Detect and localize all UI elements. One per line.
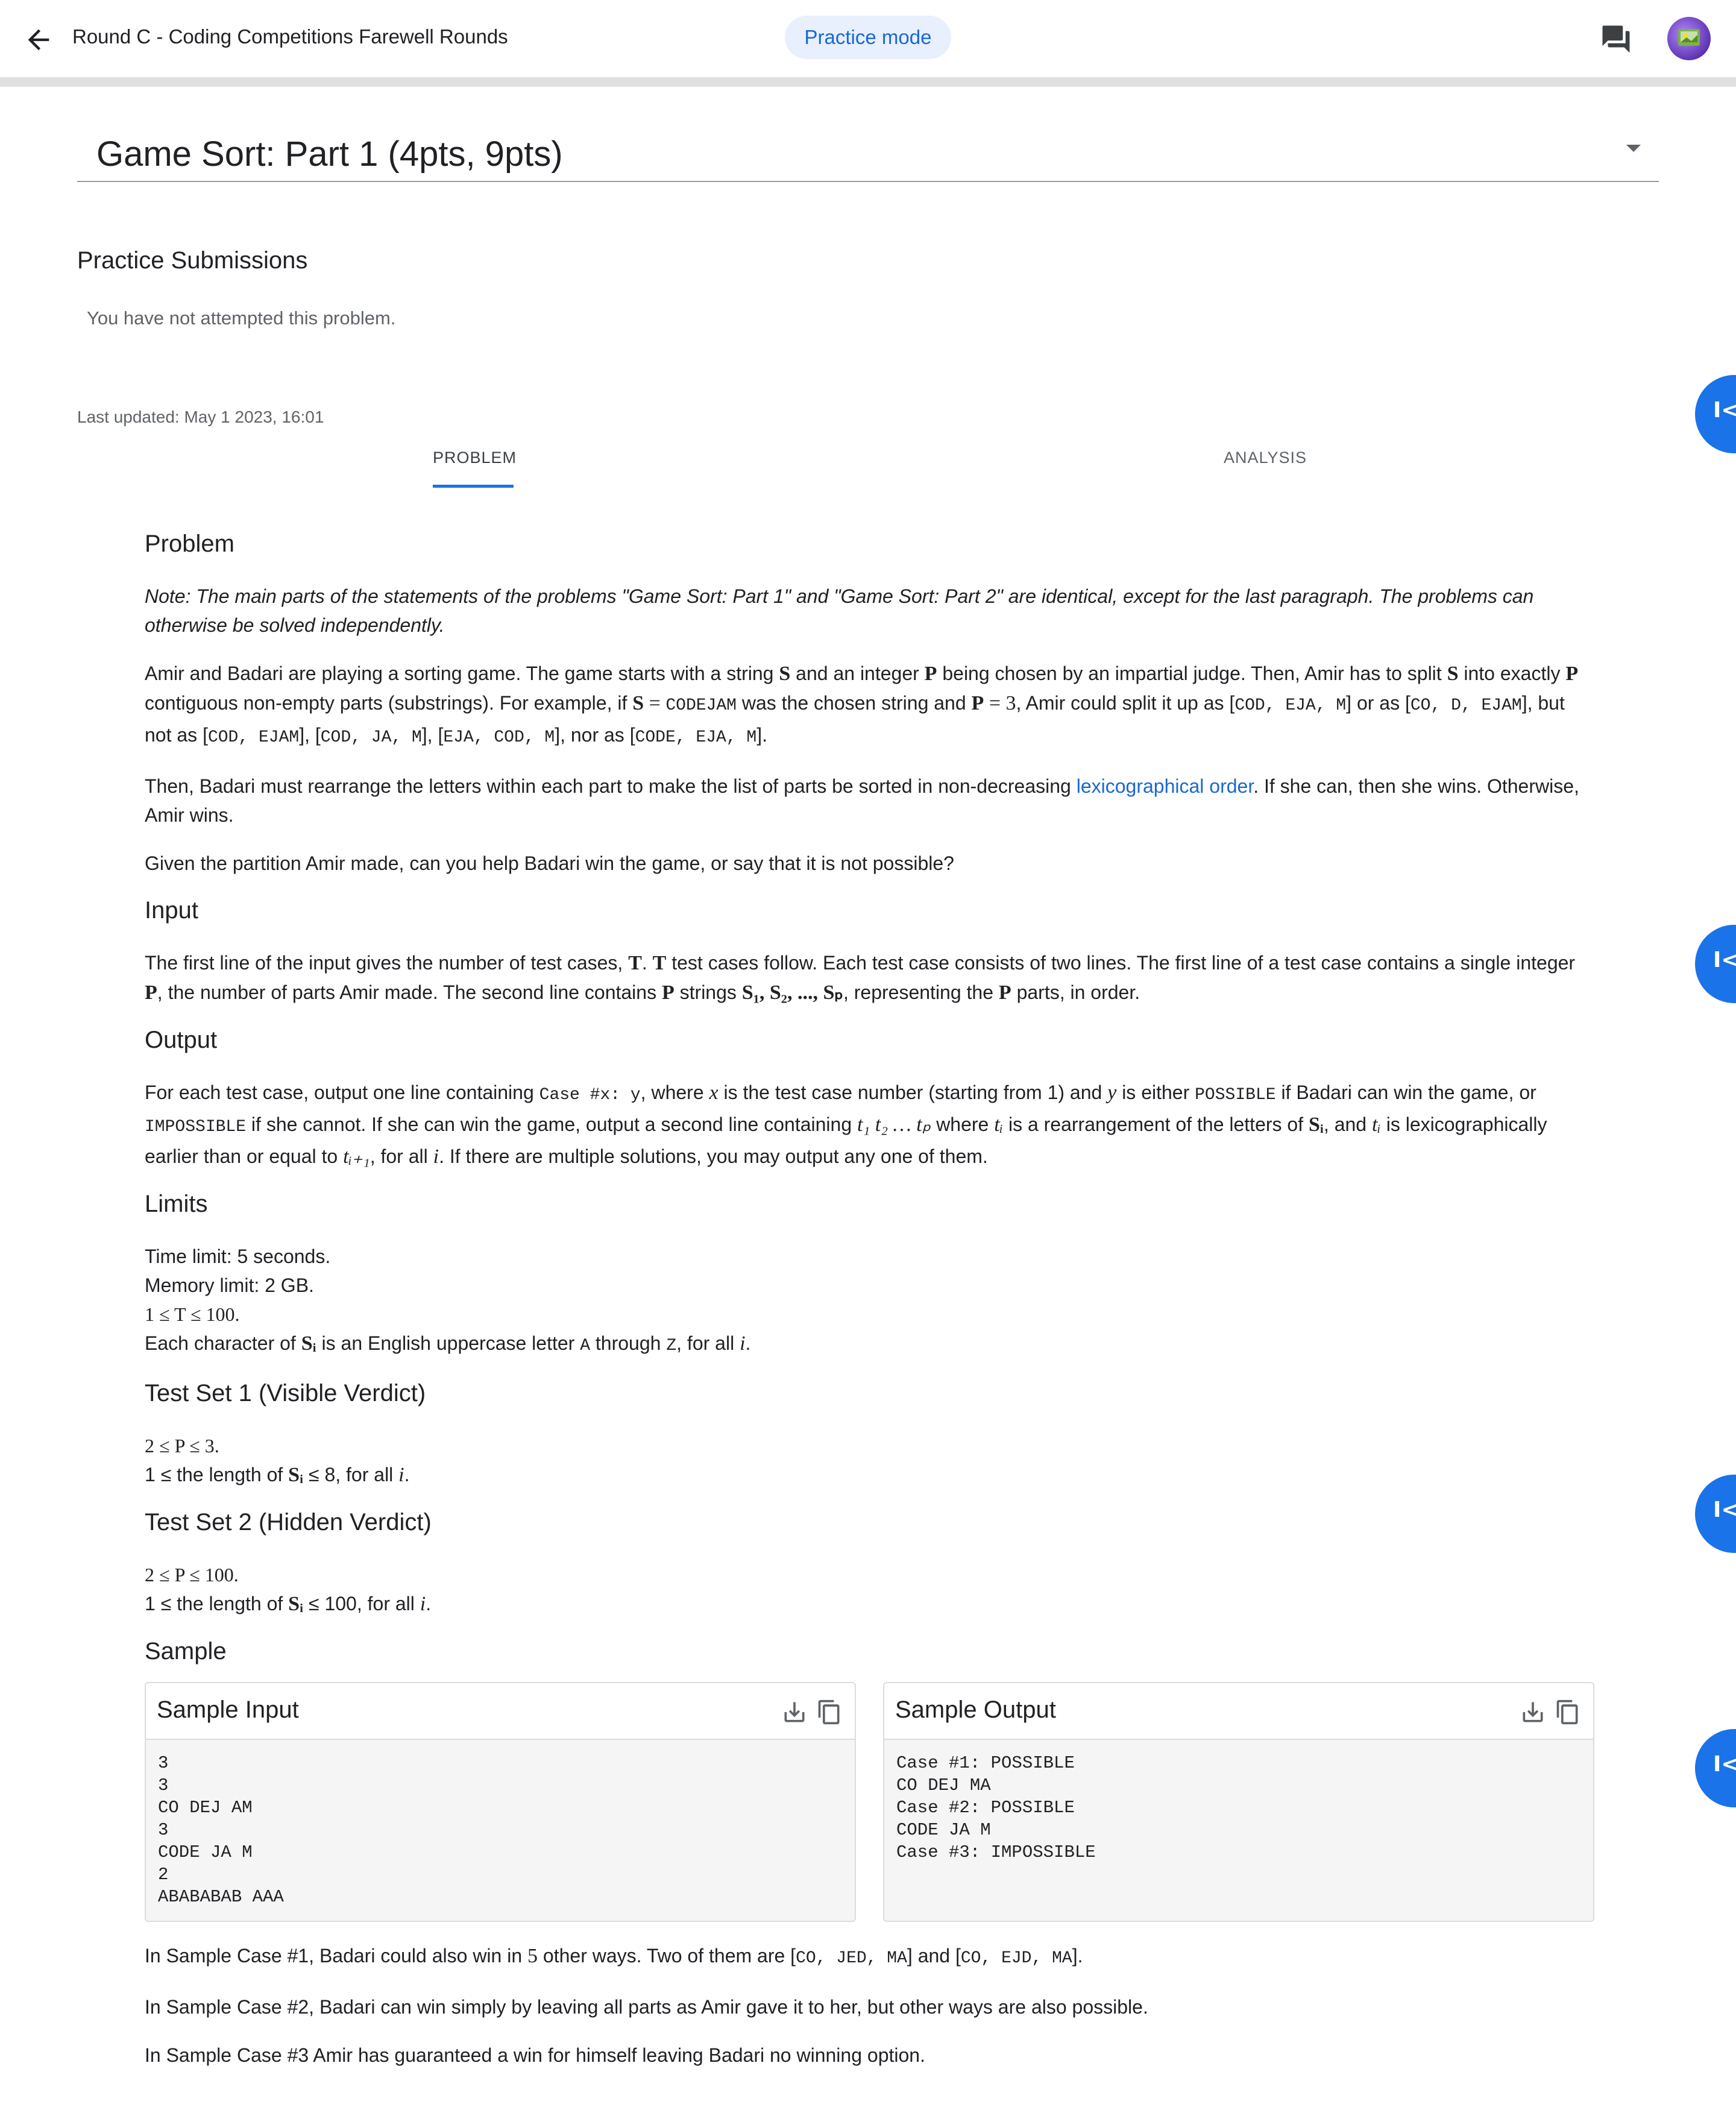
sample-input-box: Sample Input 3 3 CO DEJ AM 3 CODE JA M 2… xyxy=(145,1682,856,1922)
download-icon[interactable] xyxy=(781,1699,808,1725)
round-title: Round C - Coding Competitions Farewell R… xyxy=(72,25,508,48)
sample-heading: Sample xyxy=(145,1638,227,1665)
ts1-length-constraint: 1 ≤ the length of Sᵢ ≤ 8, for all i. xyxy=(145,1464,410,1486)
test-set-1-heading: Test Set 1 (Visible Verdict) xyxy=(145,1380,426,1406)
sample-explanations: In Sample Case #1, Badari could also win… xyxy=(145,1941,1591,2089)
side-collapse-button[interactable]: I< xyxy=(1695,1729,1736,1807)
sample-output-box: Sample Output Case #1: POSSIBLE CO DEJ M… xyxy=(883,1682,1594,1922)
sample-input-title: Sample Input xyxy=(157,1696,299,1723)
download-icon[interactable] xyxy=(1520,1699,1546,1725)
ts2-length-constraint: 1 ≤ the length of Sᵢ ≤ 100, for all i. xyxy=(145,1593,432,1615)
user-avatar[interactable] xyxy=(1667,17,1711,60)
copy-icon[interactable] xyxy=(1555,1698,1581,1727)
input-heading: Input xyxy=(145,897,198,924)
t-range: 1 ≤ T ≤ 100. xyxy=(145,1303,240,1325)
sample-output-title: Sample Output xyxy=(895,1696,1056,1723)
output-paragraph: For each test case, output one line cont… xyxy=(145,1082,1547,1168)
last-updated: Last updated: May 1 2023, 16:01 xyxy=(77,408,324,426)
tab-analysis[interactable]: ANALYSIS xyxy=(1224,449,1307,467)
sample-output-header: Sample Output xyxy=(884,1683,1593,1740)
time-limit: Time limit: 5 seconds. xyxy=(145,1246,331,1267)
explanation-case-3: In Sample Case #3 Amir has guaranteed a … xyxy=(145,2044,925,2066)
collapse-icon: I< xyxy=(1713,948,1736,972)
description-paragraph: Amir and Badari are playing a sorting ga… xyxy=(145,663,1579,747)
practice-submissions-heading: Practice Submissions xyxy=(77,247,308,274)
collapse-icon: I< xyxy=(1713,398,1736,423)
note-paragraph: Note: The main parts of the statements o… xyxy=(145,585,1534,636)
limits-heading: Limits xyxy=(145,1191,208,1217)
lexicographical-order-link[interactable]: lexicographical order xyxy=(1077,775,1254,797)
sample-input-body[interactable]: 3 3 CO DEJ AM 3 CODE JA M 2 ABABABAB AAA xyxy=(158,1752,284,1908)
explanation-case-1: In Sample Case #1, Badari could also win… xyxy=(145,1945,1083,1968)
sample-input-header: Sample Input xyxy=(146,1683,855,1740)
test-set-2-block: 2 ≤ P ≤ 100. 1 ≤ the length of Sᵢ ≤ 100,… xyxy=(145,1560,1591,1619)
memory-limit: Memory limit: 2 GB. xyxy=(145,1274,314,1296)
limits-block: Time limit: 5 seconds. Memory limit: 2 G… xyxy=(145,1242,1591,1361)
test-set-1-block: 2 ≤ P ≤ 3. 1 ≤ the length of Sᵢ ≤ 8, for… xyxy=(145,1431,1591,1490)
active-tab-indicator xyxy=(433,485,514,488)
explanation-case-2: In Sample Case #2, Badari can win simply… xyxy=(145,1996,1148,2018)
problem-statement: Problem Note: The main parts of the stat… xyxy=(145,531,1591,1689)
input-paragraph: The first line of the input gives the nu… xyxy=(145,952,1576,1004)
collapse-icon: I< xyxy=(1713,1498,1736,1522)
output-heading: Output xyxy=(145,1027,218,1053)
practice-mode-chip[interactable]: Practice mode xyxy=(785,16,951,59)
submissions-status: You have not attempted this problem. xyxy=(87,307,396,329)
sample-output-body[interactable]: Case #1: POSSIBLE CO DEJ MA Case #2: POS… xyxy=(896,1752,1096,1863)
collapse-icon: I< xyxy=(1713,1752,1736,1777)
problem-select-value: Game Sort: Part 1 (4pts, 9pts) xyxy=(96,134,563,174)
rules-paragraph: Then, Badari must rearrange the letters … xyxy=(145,775,1579,826)
copy-icon[interactable] xyxy=(816,1698,843,1727)
avatar-image-icon xyxy=(1678,29,1700,46)
dropdown-arrow-icon xyxy=(1626,145,1641,152)
side-collapse-button[interactable]: I< xyxy=(1695,925,1736,1003)
arrow-back-icon[interactable] xyxy=(23,24,54,55)
char-constraint: Each character of Sᵢ is an English upper… xyxy=(145,1332,751,1355)
test-set-2-heading: Test Set 2 (Hidden Verdict) xyxy=(145,1509,432,1535)
problem-heading: Problem xyxy=(145,531,234,557)
problem-select[interactable]: Game Sort: Part 1 (4pts, 9pts) xyxy=(77,121,1659,182)
side-collapse-button[interactable]: I< xyxy=(1695,375,1736,453)
top-app-bar: Round C - Coding Competitions Farewell R… xyxy=(0,0,1736,87)
side-collapse-button[interactable]: I< xyxy=(1695,1475,1736,1553)
forum-icon[interactable] xyxy=(1600,23,1632,55)
ts1-p-range: 2 ≤ P ≤ 3. xyxy=(145,1435,219,1457)
tab-problem[interactable]: PROBLEM xyxy=(433,449,517,467)
question-paragraph: Given the partition Amir made, can you h… xyxy=(145,852,954,874)
ts2-p-range: 2 ≤ P ≤ 100. xyxy=(145,1564,239,1586)
